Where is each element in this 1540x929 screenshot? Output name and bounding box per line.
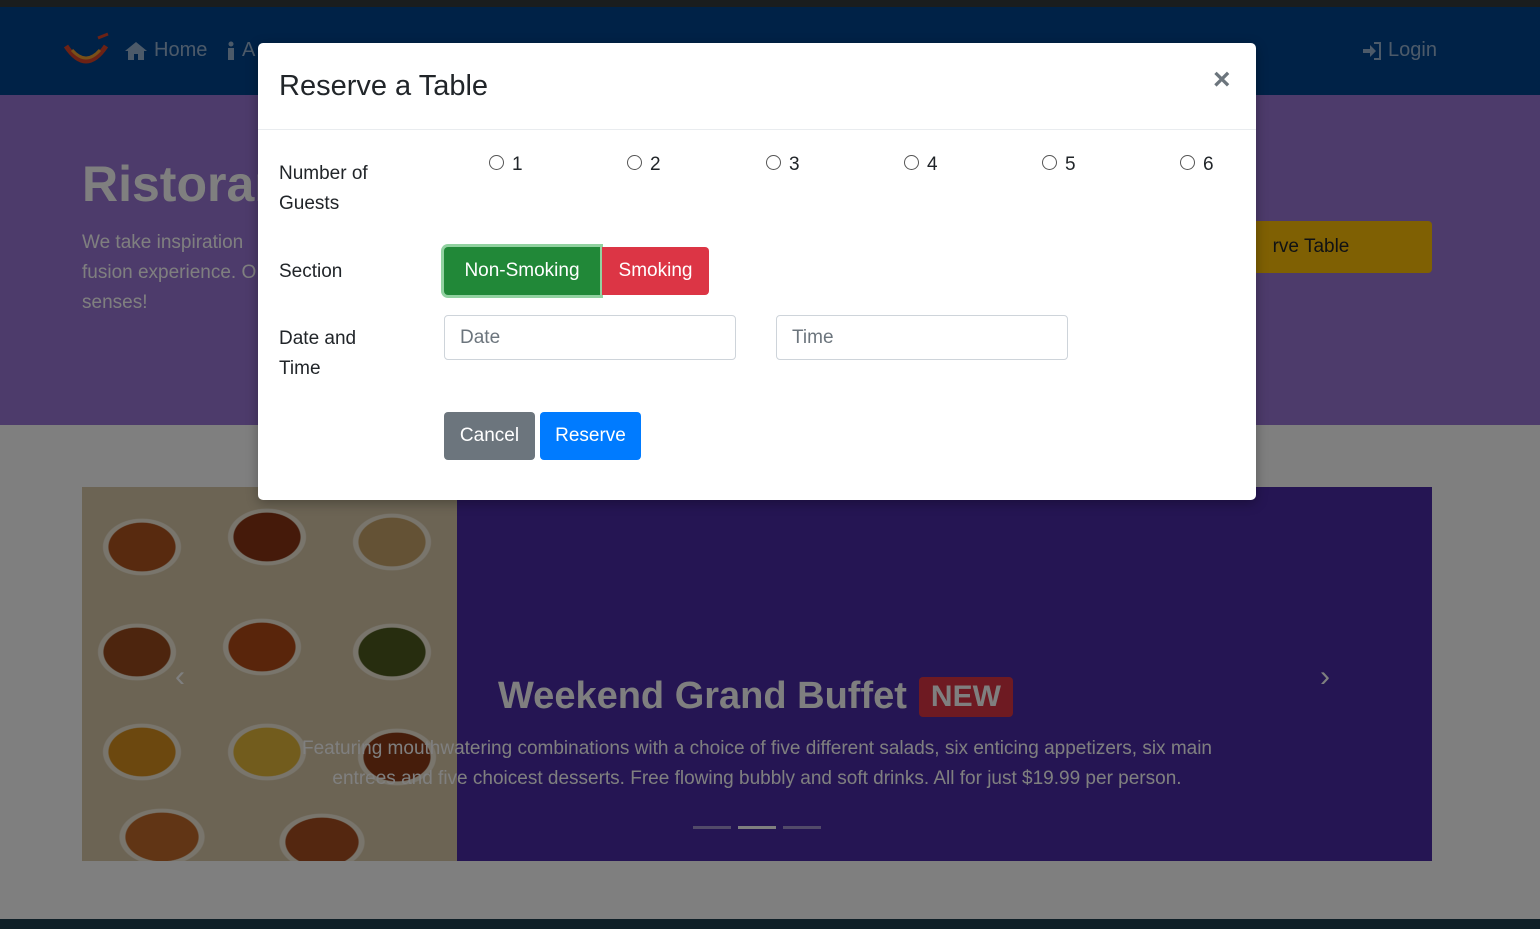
- guest-radio-2[interactable]: 2: [627, 154, 661, 176]
- radio-circle[interactable]: [1180, 154, 1195, 170]
- close-icon[interactable]: ×: [1213, 65, 1231, 95]
- guest-radio-1[interactable]: 1: [489, 154, 523, 176]
- smoking-button[interactable]: Smoking: [602, 247, 709, 295]
- guest-radio-label: 5: [1065, 154, 1076, 175]
- guest-radio-3[interactable]: 3: [766, 154, 800, 176]
- radio-circle[interactable]: [904, 154, 919, 170]
- guest-radio-4[interactable]: 4: [904, 154, 938, 176]
- radio-circle[interactable]: [766, 154, 781, 170]
- radio-circle[interactable]: [627, 154, 642, 170]
- guest-radio-label: 3: [789, 154, 800, 175]
- guest-radio-5[interactable]: 5: [1042, 154, 1076, 176]
- reserve-button[interactable]: Reserve: [540, 412, 641, 460]
- guest-radio-label: 1: [512, 154, 523, 175]
- reserve-modal: Reserve a Table × Number of Guests 1 2 3…: [258, 43, 1256, 500]
- guest-radio-label: 2: [650, 154, 661, 175]
- modal-title: Reserve a Table: [279, 70, 489, 102]
- radio-circle[interactable]: [489, 154, 504, 170]
- datetime-label: Date and Time: [279, 328, 357, 379]
- cancel-button[interactable]: Cancel: [444, 412, 535, 460]
- non-smoking-button[interactable]: Non-Smoking: [444, 247, 600, 295]
- time-input[interactable]: [776, 315, 1068, 360]
- guest-radio-6[interactable]: 6: [1180, 154, 1214, 176]
- guest-radio-label: 6: [1203, 154, 1214, 175]
- guests-label: Number of Guests: [279, 163, 368, 214]
- modal-header: Reserve a Table ×: [258, 43, 1256, 130]
- date-input[interactable]: [444, 315, 736, 360]
- guest-radio-label: 4: [927, 154, 938, 175]
- section-label: Section: [279, 261, 343, 282]
- radio-circle[interactable]: [1042, 154, 1057, 170]
